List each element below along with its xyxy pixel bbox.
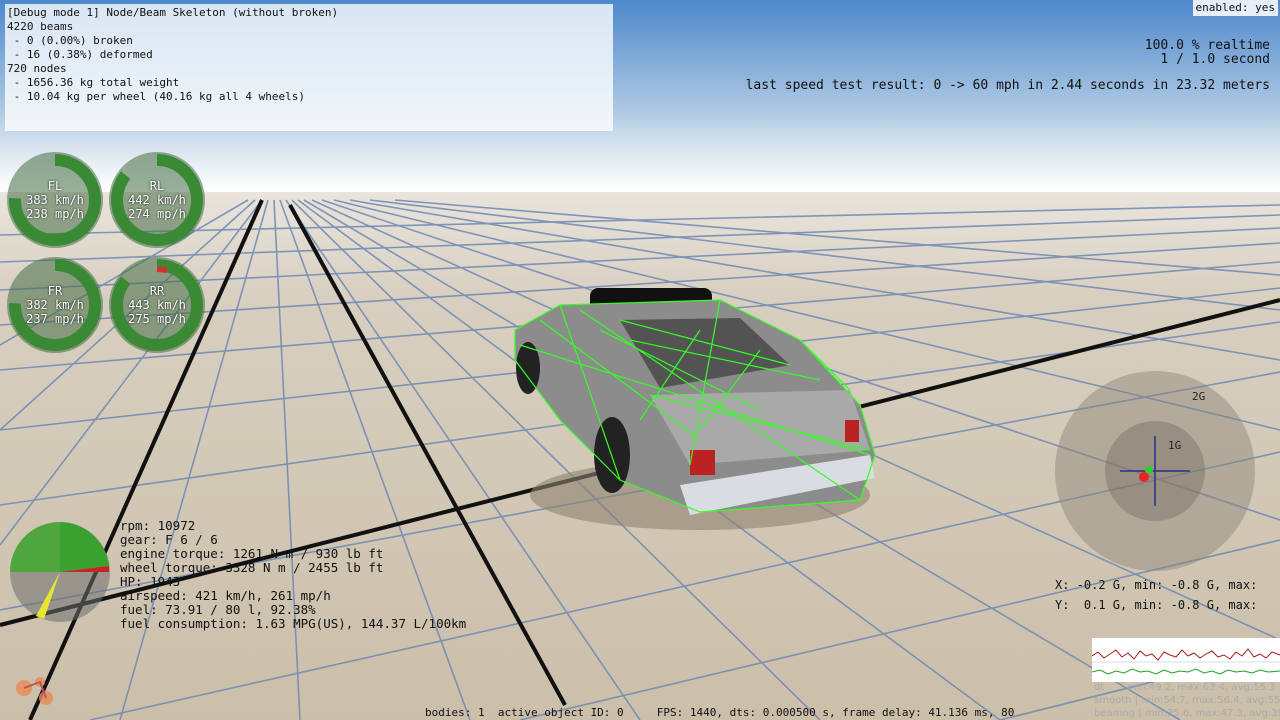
wheel-kmh: 443 km/h (128, 298, 186, 312)
g-force-readout: X: -0.2 G, min: -0.8 G, max: Y: 0.1 G, mi… (1055, 575, 1257, 615)
wheel-id: RL (149, 179, 165, 193)
debug-line: - 1656.36 kg total weight (7, 76, 180, 89)
g-label-2g: 2G (1192, 390, 1205, 403)
wheel-id: FR (47, 284, 63, 298)
wheel-mph: 238 mp/h (26, 207, 84, 221)
wheel-mph: 274 mp/h (128, 207, 186, 221)
wheel-gauge-rl: RL 442 km/h 274 mp/h (107, 150, 207, 250)
debug-line: - 10.04 kg per wheel (40.16 kg all 4 whe… (7, 90, 306, 103)
wheel-kmh: 383 km/h (26, 193, 84, 207)
wheel-id: FL (47, 179, 63, 193)
status-bar: bodies: 1 active object ID: 0 FPS: 1440,… (425, 706, 1015, 719)
realtime-readout: 100.0 % realtime 1 / 1.0 second (1145, 39, 1270, 67)
engine-torque: engine torque: 1261 N m / 930 lb ft (120, 546, 384, 561)
debug-line: - 0 (0.00%) broken (7, 34, 133, 47)
debug-mode-title: [Debug mode 1] Node/Beam Skeleton (witho… (7, 6, 339, 19)
wheel-id: RR (149, 284, 165, 298)
graph-dt-label: dt | min:49.2, max:63.4, avg:55.3 (1094, 682, 1276, 693)
g-force-x: X: -0.2 G, min: -0.8 G, max: (1055, 578, 1258, 592)
debug-line: 4220 beams (7, 20, 74, 33)
debug-line: 720 nodes (7, 62, 67, 75)
fuel-consumption: fuel consumption: 1.63 MPG(US), 144.37 L… (120, 616, 467, 631)
enabled-status: enabled: yes (1192, 0, 1278, 16)
performance-graph-panel: dt | min:49.2, max:63.4, avg:55.3 smooth… (1092, 638, 1280, 720)
engine-stats: rpm: 10972 gear: F 6 / 6 engine torque: 12… (120, 519, 466, 631)
wheel-gauge-fl: FL 383 km/h 238 mp/h (5, 150, 105, 250)
airspeed: airspeed: 421 km/h, 261 mp/h (120, 588, 331, 603)
wheel-gauge-fr: FR 382 km/h 237 mp/h (5, 255, 105, 355)
engine-rpm: rpm: 10972 (120, 518, 196, 533)
realtime-percent: 100.0 % realtime (1144, 38, 1270, 53)
wheel-mph: 237 mp/h (26, 312, 84, 326)
debug-line: - 16 (0.38%) deformed (7, 48, 153, 61)
wheel-torque: wheel torque: 3328 N m / 2455 lb ft (120, 560, 384, 575)
fuel-level: fuel: 73.91 / 80 l, 92.38% (120, 602, 316, 617)
g-force-meter: 2G 1G (1055, 371, 1255, 571)
beamng-logo-icon (16, 677, 53, 705)
debug-info-panel: [Debug mode 1] Node/Beam Skeleton (witho… (5, 4, 613, 131)
wheel-mph: 275 mp/h (128, 312, 186, 326)
wheel-gauge-rr: RR 443 km/h 275 mp/h (107, 255, 207, 355)
engine-gear: gear: F 6 / 6 (120, 532, 218, 547)
g-label-1g: 1G (1168, 439, 1181, 452)
speed-test-result: last speed test result: 0 -> 60 mph in 2… (745, 78, 1270, 93)
graph-beamng-label: beamng | min:35.6, max:47.3, avg:39.4 (1094, 708, 1280, 719)
engine-hp: HP: 1943 (120, 574, 181, 589)
realtime-ratio: 1 / 1.0 second (1160, 52, 1270, 67)
graph-smooth-label: smooth | min:54.7, max:56.4, avg:55.3 (1094, 695, 1280, 706)
g-force-y: Y: 0.1 G, min: -0.8 G, max: (1055, 598, 1258, 612)
wheel-kmh: 382 km/h (26, 298, 84, 312)
engine-gauge (10, 522, 110, 622)
wheel-kmh: 442 km/h (128, 193, 186, 207)
